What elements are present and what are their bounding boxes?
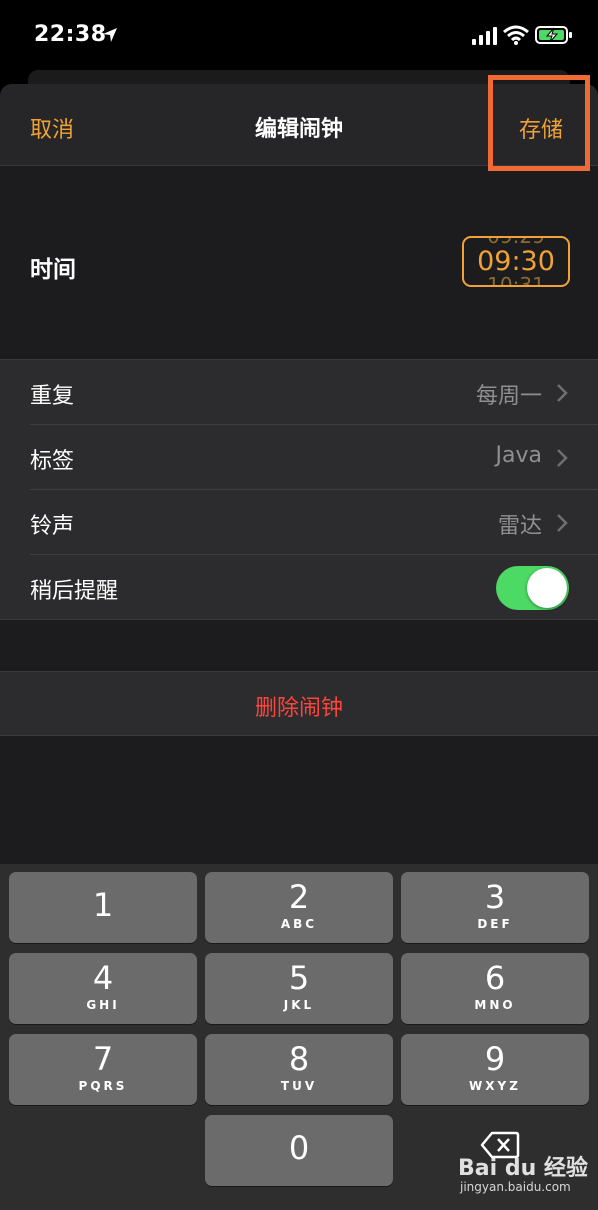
- key-8[interactable]: 8 TUV: [205, 1034, 393, 1105]
- key-6[interactable]: 6 MNO: [401, 953, 589, 1024]
- key-0[interactable]: 0: [205, 1115, 393, 1186]
- key-number: 2: [288, 878, 310, 916]
- key-3[interactable]: 3 DEF: [401, 872, 589, 943]
- key-letters: TUV: [280, 1079, 318, 1093]
- snooze-row: 稍后提醒: [0, 555, 598, 620]
- save-button[interactable]: 存储: [519, 112, 563, 144]
- settings-list: 重复 每周一 标签 Java 铃声 雷达 稍后提醒: [0, 359, 598, 620]
- status-bar: 22:38: [0, 0, 598, 72]
- key-letters: JKL: [283, 998, 315, 1012]
- cellular-signal-icon: [472, 27, 497, 45]
- baidu-watermark: Bai du 经验 jingyan.baidu.com: [458, 1150, 588, 1200]
- watermark-url: jingyan.baidu.com: [460, 1180, 571, 1194]
- time-next-value: 10:31: [487, 273, 545, 287]
- key-5[interactable]: 5 JKL: [205, 953, 393, 1024]
- key-letters: WXYZ: [469, 1079, 521, 1093]
- key-7[interactable]: 7 PQRS: [9, 1034, 197, 1105]
- time-label: 时间: [30, 257, 76, 283]
- key-number: 7: [92, 1040, 114, 1078]
- key-number: 8: [288, 1040, 310, 1078]
- key-number: 4: [92, 959, 114, 997]
- chevron-right-icon: [557, 514, 568, 532]
- delete-alarm-button[interactable]: 删除闹钟: [0, 671, 598, 736]
- label-label: 标签: [30, 449, 75, 474]
- key-letters: GHI: [86, 998, 120, 1012]
- wifi-icon: [503, 25, 529, 45]
- sound-label: 铃声: [30, 514, 75, 539]
- snooze-label: 稍后提醒: [30, 579, 119, 604]
- battery-charging-icon: [535, 26, 572, 44]
- key-number: 0: [288, 1129, 310, 1167]
- key-letters: DEF: [477, 917, 513, 931]
- time-input[interactable]: 09:29 09:30 10:31: [462, 236, 570, 287]
- repeat-value: 每周一: [475, 384, 542, 409]
- sound-value: 雷达: [497, 514, 542, 539]
- location-arrow-icon: [103, 28, 117, 42]
- label-value: Java: [495, 443, 542, 468]
- key-letters: ABC: [280, 917, 318, 931]
- key-letters: PQRS: [78, 1079, 128, 1093]
- key-number: 6: [484, 959, 506, 997]
- delete-alarm-label: 删除闹钟: [254, 696, 343, 721]
- sound-row[interactable]: 铃声 雷达: [0, 490, 598, 555]
- repeat-row[interactable]: 重复 每周一: [0, 360, 598, 425]
- key-letters: MNO: [474, 998, 516, 1012]
- key-number: 5: [288, 959, 310, 997]
- key-number: 1: [92, 886, 114, 924]
- toggle-knob: [527, 568, 567, 608]
- repeat-label: 重复: [30, 384, 75, 409]
- label-row[interactable]: 标签 Java: [0, 425, 598, 490]
- chevron-right-icon: [557, 384, 568, 402]
- key-4[interactable]: 4 GHI: [9, 953, 197, 1024]
- edit-alarm-sheet: 取消 编辑闹钟 存储 时间 重复 每周一 标签 Java 铃声 雷达 稍后提醒 …: [0, 84, 598, 864]
- key-number: 3: [484, 878, 506, 916]
- page-title: 编辑闹钟: [254, 117, 343, 142]
- key-9[interactable]: 9 WXYZ: [401, 1034, 589, 1105]
- status-time: 22:38: [34, 22, 107, 47]
- key-number: 9: [484, 1040, 506, 1078]
- snooze-toggle[interactable]: [496, 566, 569, 610]
- chevron-right-icon: [557, 449, 568, 467]
- key-1[interactable]: 1: [9, 872, 197, 943]
- key-2[interactable]: 2 ABC: [205, 872, 393, 943]
- nav-bar: 取消 编辑闹钟 存储: [0, 84, 598, 166]
- watermark-logo: Bai du 经验: [458, 1156, 588, 1181]
